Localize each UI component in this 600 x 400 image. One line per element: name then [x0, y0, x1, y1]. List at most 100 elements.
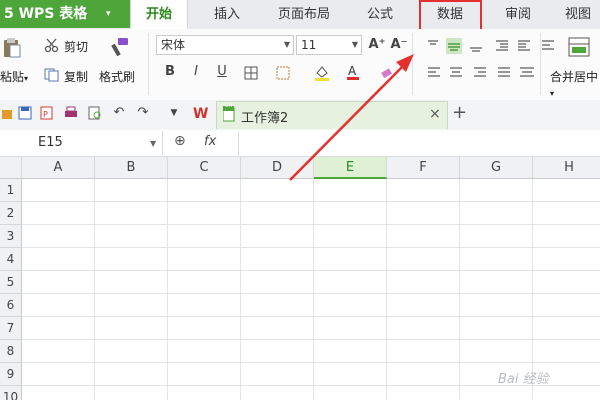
copy-icon[interactable] [44, 68, 60, 82]
column-header-g[interactable]: G [460, 157, 533, 179]
cut-button[interactable]: 剪切 [64, 38, 88, 55]
column-header-e[interactable]: E [314, 157, 387, 179]
chevron-down-icon: ▼ [351, 40, 358, 49]
merge-center-label: 合并居中 [550, 70, 599, 84]
column-header-b[interactable]: B [95, 157, 168, 179]
row-header-6[interactable]: 6 [0, 294, 22, 317]
close-icon[interactable]: × [429, 106, 441, 122]
font-size-select[interactable]: 11 ▼ [296, 35, 362, 55]
merge-center-icon[interactable] [568, 36, 590, 58]
shrink-font-icon[interactable]: A⁻ [390, 37, 408, 53]
tab-page-layout[interactable]: 页面布局 [262, 0, 346, 29]
merge-caret-icon: ▾ [550, 89, 555, 98]
name-box-dropdown-icon[interactable]: ▼ [150, 139, 156, 148]
paste-icon[interactable] [2, 36, 22, 58]
tab-insert[interactable]: 插入 [196, 0, 258, 29]
grid-column-line [94, 179, 95, 400]
formula-input[interactable] [238, 131, 600, 155]
borders-icon[interactable] [244, 66, 258, 80]
document-tab[interactable]: CH 工作簿2 × [216, 101, 448, 129]
clear-format-icon[interactable] [380, 66, 394, 80]
document-tab-label: 工作簿2 [241, 111, 289, 126]
alignment-row-top [426, 38, 590, 54]
column-header-h[interactable]: H [533, 157, 600, 179]
wps-logo-icon: W [192, 104, 212, 122]
grid-column-line [532, 179, 533, 400]
grid-row-line [22, 201, 600, 202]
svg-text:P: P [43, 110, 48, 119]
select-all-corner[interactable] [0, 157, 22, 179]
column-header-d[interactable]: D [241, 157, 314, 179]
paste-caret-icon: ▾ [24, 74, 29, 83]
font-size-value: 11 [301, 38, 317, 52]
grid-row-line [22, 293, 600, 294]
italic-button[interactable]: I [188, 64, 204, 80]
column-header-a[interactable]: A [22, 157, 95, 179]
tab-review[interactable]: 审阅 [490, 0, 546, 29]
svg-text:W: W [193, 106, 208, 122]
font-name-select[interactable]: 宋体 ▼ [156, 35, 294, 55]
watermark: Bai 经验 [498, 372, 549, 387]
app-title: 5 WPS 表格 [4, 6, 88, 22]
grid-row-line [22, 339, 600, 340]
merge-center-button[interactable]: 合并居中 ▾ [550, 68, 600, 99]
grid-column-line [386, 179, 387, 400]
name-box[interactable]: E15 [0, 131, 163, 155]
grow-font-icon[interactable]: A⁺ [368, 37, 386, 53]
font-name-value: 宋体 [161, 38, 186, 52]
grid-column-line [240, 179, 241, 400]
chevron-down-icon: ▼ [283, 40, 290, 49]
font-color-icon[interactable]: A [346, 63, 360, 81]
customize-toolbar-icon[interactable]: ▼ [168, 105, 180, 121]
row-header-7[interactable]: 7 [0, 317, 22, 340]
print-icon[interactable] [64, 106, 78, 120]
folder-icon[interactable] [2, 107, 14, 121]
export-pdf-icon[interactable]: P [40, 106, 54, 120]
row-header-5[interactable]: 5 [0, 271, 22, 294]
grid-row-line [22, 362, 600, 363]
grid-row-line [22, 316, 600, 317]
grid-column-line [313, 179, 314, 400]
svg-text:A: A [348, 64, 357, 78]
spreadsheet-grid[interactable]: A B C D E F G H 1 2 3 4 5 6 7 8 9 10 [0, 157, 600, 400]
redo-icon[interactable]: ↷ [136, 105, 150, 121]
paste-label: 粘贴 [0, 70, 25, 84]
column-header-c[interactable]: C [168, 157, 241, 179]
grid-column-line [167, 179, 168, 400]
tab-view[interactable]: 视图 [556, 0, 600, 29]
row-header-9[interactable]: 9 [0, 363, 22, 386]
grid-row-line [22, 224, 600, 225]
document-badge: CH [225, 103, 233, 109]
cut-icon[interactable] [44, 38, 60, 53]
app-menu-button[interactable]: 5 WPS 表格 ▾ [0, 0, 130, 28]
paste-button[interactable]: 粘贴▾ [0, 68, 28, 85]
format-painter-icon[interactable] [108, 36, 130, 58]
grid-row-line [22, 247, 600, 248]
tab-formulas[interactable]: 公式 [350, 0, 410, 29]
zoom-icon[interactable]: ⊕ [174, 133, 186, 149]
bold-button[interactable]: B [162, 64, 178, 80]
fill-color-icon[interactable] [314, 64, 330, 82]
row-header-8[interactable]: 8 [0, 340, 22, 363]
column-header-f[interactable]: F [387, 157, 460, 179]
group-divider [148, 33, 149, 95]
copy-button[interactable]: 复制 [64, 68, 88, 85]
row-header-1[interactable]: 1 [0, 179, 22, 202]
grid-column-line [459, 179, 460, 400]
print-preview-icon[interactable] [88, 106, 102, 120]
tab-home[interactable]: 开始 [130, 0, 188, 30]
row-header-10[interactable]: 10 [0, 386, 22, 400]
insert-function-icon[interactable]: fx [204, 134, 216, 149]
fill-pattern-icon[interactable] [276, 66, 290, 80]
grid-row-line [22, 270, 600, 271]
add-tab-icon[interactable]: + [452, 102, 467, 123]
row-header-4[interactable]: 4 [0, 248, 22, 271]
underline-button[interactable]: U [214, 64, 230, 80]
alignment-row-bottom [426, 66, 536, 80]
group-divider [412, 33, 413, 95]
row-header-3[interactable]: 3 [0, 225, 22, 248]
row-header-2[interactable]: 2 [0, 202, 22, 225]
save-icon[interactable] [18, 106, 32, 120]
format-painter-button[interactable]: 格式刷 [99, 68, 135, 85]
undo-icon[interactable]: ↶ [112, 105, 126, 121]
